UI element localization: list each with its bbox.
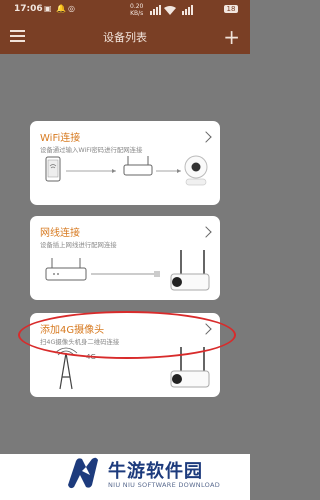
niuyou-logo — [68, 457, 98, 489]
signal-wifi-icons — [150, 5, 193, 15]
add-4g-camera-card[interactable]: 添加4G摄像头 扫4G摄像头机身二维码连接 4G — [30, 313, 220, 397]
app-header: 设备列表 + — [0, 20, 250, 54]
chevron-right-icon — [200, 131, 212, 143]
sync-icon: ◎ — [68, 4, 75, 13]
wifi-connect-card[interactable]: WiFi连接 设备通过输入WiFi密码进行配网连接 — [30, 121, 220, 205]
4g-badge: 4G — [86, 353, 96, 361]
wifi-setup-illustration — [45, 155, 208, 186]
network-speed: 0.20 KB/s — [130, 3, 143, 17]
card-title: WiFi连接 — [40, 133, 81, 144]
plus-icon[interactable]: + — [223, 27, 240, 47]
card-title: 添加4G摄像头 — [40, 325, 105, 336]
notification-icon: ▣ — [44, 4, 52, 13]
4g-setup-illustration: 4G — [54, 347, 210, 390]
status-bar: 17:06 ▣ 🔔 ◎ 0.20 KB/s 18 — [0, 0, 250, 20]
card-title: 网线连接 — [40, 228, 80, 239]
chevron-right-icon — [200, 226, 212, 238]
watermark-subtitle: NIU NIU SOFTWARE DOWNLOAD — [108, 481, 221, 489]
battery-icon: 18 — [224, 5, 238, 13]
status-time: 17:06 — [14, 4, 43, 14]
network-speed-value: 0.20 — [130, 3, 144, 10]
ethernet-connect-card[interactable]: 网线连接 设备插上网线进行配网连接 — [30, 216, 220, 300]
bell-icon: 🔔 — [56, 4, 66, 13]
chevron-right-icon — [200, 323, 212, 335]
watermark-title: 牛游软件园 — [108, 461, 203, 482]
ethernet-setup-illustration — [45, 250, 210, 291]
network-speed-unit: KB/s — [130, 10, 144, 17]
page-title: 设备列表 — [103, 31, 147, 44]
